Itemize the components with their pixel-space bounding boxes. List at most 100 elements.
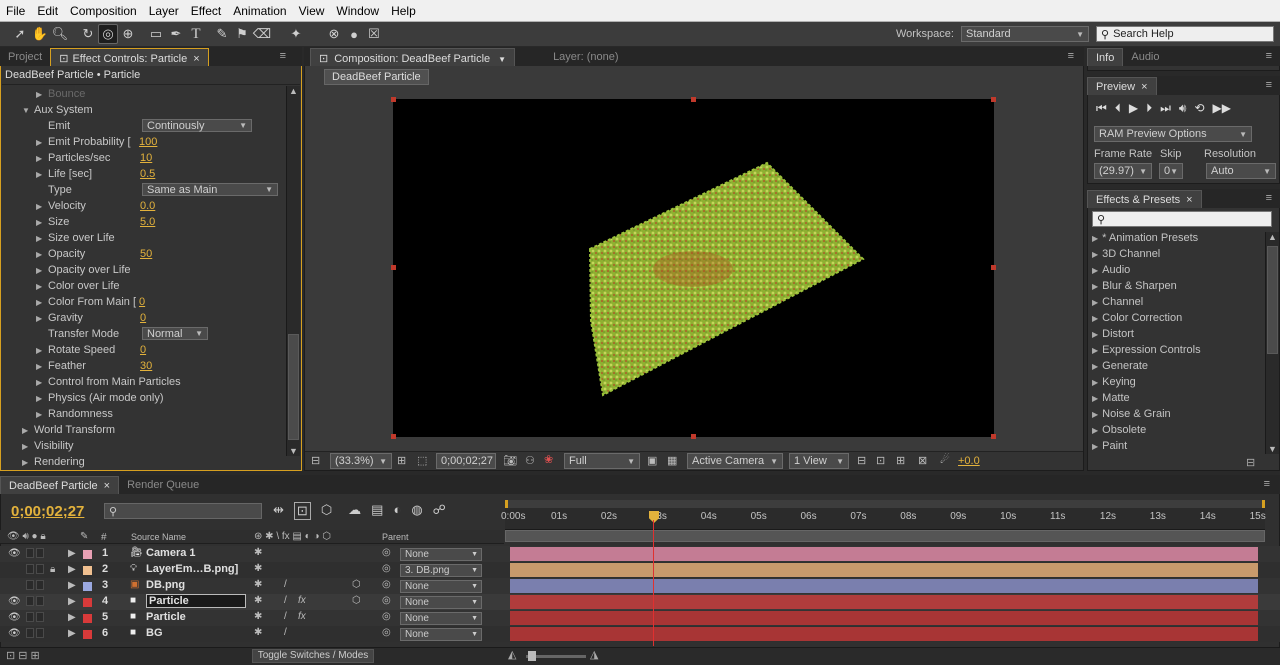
disclosure-closed-icon[interactable]: ▶ — [1092, 282, 1098, 291]
brainstorm-icon[interactable]: ◍ — [411, 502, 422, 520]
disclosure-closed-icon[interactable]: ▶ — [36, 138, 46, 147]
disclosure-open-icon[interactable]: ▼ — [22, 106, 32, 115]
effect-row[interactable]: Type Same as Main ▼ — [2, 182, 284, 198]
close-icon[interactable]: × — [1186, 194, 1192, 206]
pick-whip-icon[interactable]: ◎ — [382, 595, 391, 606]
playhead-line[interactable] — [653, 520, 654, 646]
scroll-up-icon[interactable]: ▲ — [287, 86, 300, 96]
layer-name[interactable]: LayerEm…B.png] — [146, 563, 238, 575]
ram-preview-icon[interactable]: ▶▶ — [1213, 101, 1231, 116]
region-of-interest-icon[interactable]: ▣ — [647, 454, 657, 467]
composition-viewer[interactable] — [393, 99, 994, 437]
eye-icon[interactable]: 👁︎ — [8, 548, 21, 559]
new-folder-icon[interactable]: ⊟ — [1246, 456, 1255, 469]
solo-toggle[interactable] — [26, 596, 34, 606]
frame-blending-icon[interactable]: ▤ — [371, 502, 383, 520]
disclosure-closed-icon[interactable]: ▶ — [68, 548, 76, 559]
camera-orbit-tool-icon[interactable]: ◎ — [98, 24, 118, 44]
effect-row[interactable]: ▶ World Transform — [2, 422, 284, 438]
timeline-search-input[interactable]: ⚲ — [104, 503, 262, 519]
pen-tool-icon[interactable]: ✒ — [166, 24, 186, 44]
puppet-pin-tool-icon[interactable]: ✦ — [286, 24, 306, 44]
local-axis-icon[interactable]: ⊗ — [324, 24, 344, 44]
effects-category[interactable]: ▶ Keying — [1092, 374, 1136, 390]
solo-toggle[interactable] — [26, 628, 34, 638]
effect-row[interactable]: ▶ Physics (Air mode only) — [2, 390, 284, 406]
layer-name[interactable]: BG — [146, 627, 163, 639]
comp-handle-ml[interactable] — [391, 265, 396, 270]
effect-row-value[interactable]: 50 — [140, 248, 152, 260]
tab-timeline-comp[interactable]: DeadBeef Particle × — [0, 476, 120, 494]
brush-tool-icon[interactable]: ✎ — [212, 24, 232, 44]
eye-icon[interactable]: 👁︎ — [8, 628, 21, 639]
menu-effect[interactable]: Effect — [185, 4, 227, 18]
close-icon[interactable]: × — [1141, 81, 1147, 93]
layer-duration-bar[interactable] — [510, 579, 1258, 593]
parent-dropdown[interactable]: None ▼ — [400, 612, 482, 625]
effects-category[interactable]: ▶ Matte — [1092, 390, 1130, 406]
shy-switch-icon[interactable]: ✱ — [254, 627, 262, 638]
solo-toggle[interactable] — [26, 564, 34, 574]
effects-category[interactable]: ▶ Expression Controls — [1092, 342, 1201, 358]
parent-dropdown[interactable]: None ▼ — [400, 580, 482, 593]
scroll-down-icon[interactable]: ▼ — [1266, 444, 1279, 454]
transparency-grid-icon[interactable]: ▦ — [667, 454, 677, 467]
disclosure-closed-icon[interactable]: ▶ — [36, 378, 46, 387]
effect-row-value[interactable]: 0 — [140, 344, 146, 356]
disclosure-closed-icon[interactable]: ▶ — [1092, 298, 1098, 307]
effect-row[interactable]: ▶ Feather 30 — [2, 358, 284, 374]
layer-row[interactable]: 👁︎ ▶ 5 ■ Particle ✱ / fx ◎ None ▼ — [0, 610, 1280, 626]
effect-row[interactable]: ▶ Randomness — [2, 406, 284, 422]
work-area-bar[interactable] — [505, 500, 1265, 508]
lock-toggle[interactable] — [36, 596, 44, 606]
disclosure-closed-icon[interactable]: ▶ — [1092, 410, 1098, 419]
disclosure-closed-icon[interactable]: ▶ — [1092, 314, 1098, 323]
disclosure-closed-icon[interactable]: ▶ — [36, 218, 46, 227]
layer-name[interactable]: Particle — [146, 594, 246, 608]
eye-icon[interactable]: 👁︎ — [8, 612, 21, 623]
world-axis-icon[interactable]: ● — [344, 24, 364, 44]
first-frame-icon[interactable]: ⏮ — [1096, 101, 1107, 116]
tab-audio[interactable]: Audio — [1123, 48, 1167, 66]
effect-row-dropdown[interactable]: Continously ▼ — [142, 119, 252, 132]
type-tool-icon[interactable]: T — [186, 24, 206, 44]
close-icon[interactable]: × — [104, 480, 110, 492]
menu-window[interactable]: Window — [330, 4, 385, 18]
workspace-dropdown[interactable]: Standard ▼ — [961, 26, 1089, 42]
disclosure-closed-icon[interactable]: ▶ — [22, 458, 32, 467]
motion-blur-icon[interactable]: ◐ — [393, 502, 401, 520]
pick-whip-icon[interactable]: ◎ — [382, 611, 391, 622]
last-frame-icon[interactable]: ⏭ — [1160, 101, 1171, 116]
comp-handle-tm[interactable] — [691, 97, 696, 102]
layer-row[interactable]: 👁︎ ▶ 1 🎥︎ Camera 1 ✱ ◎ None ▼ — [0, 546, 1280, 562]
hand-tool-icon[interactable]: ✋ — [30, 24, 50, 44]
pick-whip-icon[interactable]: ◎ — [382, 579, 391, 590]
skip-dropdown[interactable]: 0 ▼ — [1159, 163, 1183, 179]
panel-menu-icon[interactable]: ≡ — [1266, 79, 1272, 91]
disclosure-closed-icon[interactable]: ▶ — [36, 282, 46, 291]
disclosure-closed-icon[interactable]: ▶ — [1092, 234, 1098, 243]
comp-handle-tl[interactable] — [391, 97, 396, 102]
panel-menu-icon[interactable]: ≡ — [1068, 50, 1074, 62]
effects-category[interactable]: ▶ Color Correction — [1092, 310, 1182, 326]
comp-breadcrumb[interactable]: DeadBeef Particle — [324, 69, 429, 85]
menu-view[interactable]: View — [293, 4, 331, 18]
effect-row-value[interactable]: 0 — [139, 296, 145, 308]
selection-tool-icon[interactable]: ➚ — [10, 24, 30, 44]
fast-previews-icon[interactable]: ⊡ — [876, 454, 885, 467]
exposure-value[interactable]: +0.0 — [958, 455, 980, 467]
layer-row[interactable]: 🔒︎ ▶ 2 💡︎ LayerEm…B.png] ✱ ◎ 3. DB.png ▼ — [0, 562, 1280, 578]
disclosure-closed-icon[interactable]: ▶ — [22, 442, 32, 451]
effect-controls-scrollbar[interactable]: ▲ ▼ — [286, 86, 300, 456]
layer-row[interactable]: 👁︎ ▶ 4 ■ Particle ✱ / fx ⬡ ◎ None ▼ — [0, 594, 1280, 610]
effect-row-value[interactable]: 30 — [140, 360, 152, 372]
scroll-down-icon[interactable]: ▼ — [287, 446, 300, 456]
shy-switch-icon[interactable]: ✱ — [254, 579, 262, 590]
panel-menu-icon[interactable]: ≡ — [280, 50, 286, 62]
view-layout-dropdown[interactable]: 1 View ▼ — [789, 453, 849, 469]
zoom-slider-thumb[interactable] — [528, 651, 536, 661]
lock-toggle[interactable] — [36, 580, 44, 590]
comp-handle-bl[interactable] — [391, 434, 396, 439]
disclosure-closed-icon[interactable]: ▶ — [68, 612, 76, 623]
loop-icon[interactable]: ⟲ — [1194, 101, 1204, 116]
